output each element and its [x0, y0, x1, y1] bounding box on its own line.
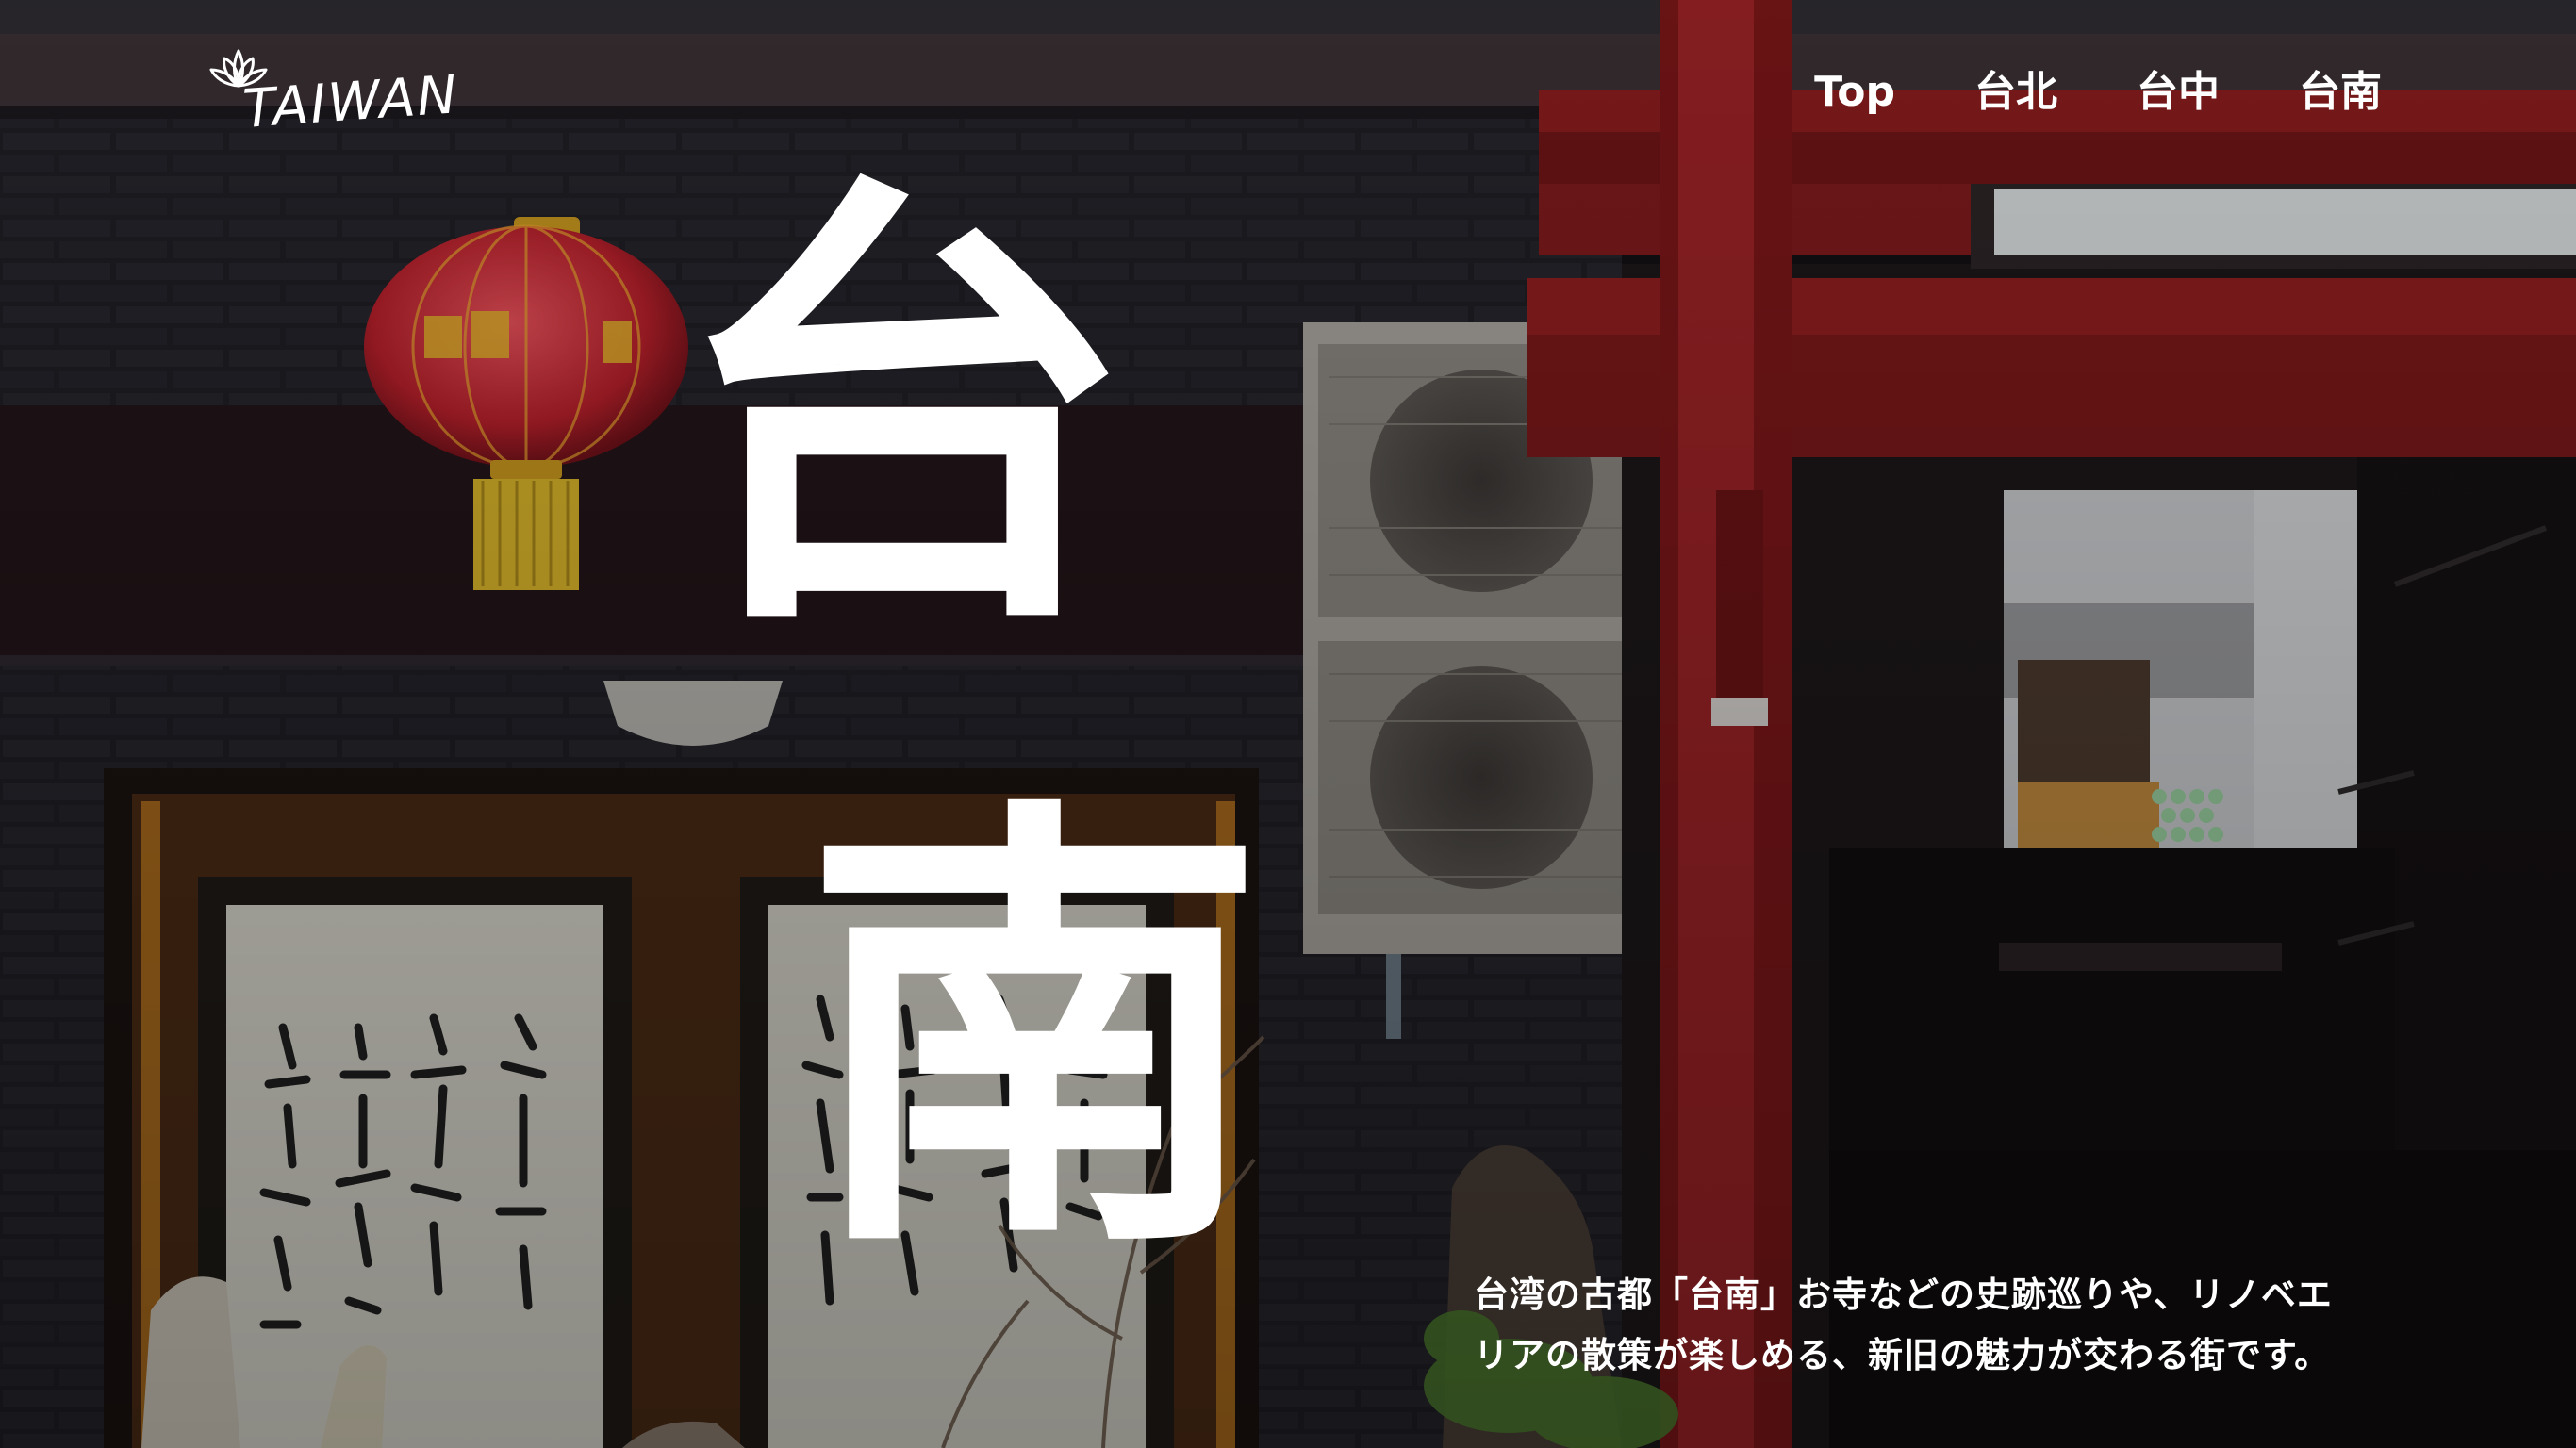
hero-description: 台湾の古都「台南」お寺などの史跡巡りや、リノベエ リアの散策が楽しめる、新旧の魅…	[1474, 1265, 2398, 1386]
nav-item-taichung[interactable]: 台中	[2137, 58, 2220, 126]
hero-description-line-2: リアの散策が楽しめる、新旧の魅力が交わる街です。	[1474, 1335, 2331, 1375]
hero-title-char-2: 南	[803, 761, 1265, 1304]
nav-item-tainan[interactable]: 台南	[2299, 58, 2382, 126]
hero-background-image	[0, 0, 2576, 1448]
logo-text: TAIWAN	[240, 64, 461, 140]
site-logo[interactable]: TAIWAN	[206, 43, 460, 147]
hero-title-char-1: 台	[671, 139, 1133, 682]
hero-section: TAIWAN Top 台北 台中 台南 台 南 台湾の古都「台南」お寺などの史跡…	[0, 0, 2576, 1448]
main-nav: Top 台北 台中 台南	[1735, 58, 2382, 126]
hero-description-line-1: 台湾の古都「台南」お寺などの史跡巡りや、リノベエ	[1474, 1275, 2333, 1315]
nav-item-top[interactable]: Top	[1814, 58, 1895, 126]
nav-item-taipei[interactable]: 台北	[1974, 58, 2057, 126]
